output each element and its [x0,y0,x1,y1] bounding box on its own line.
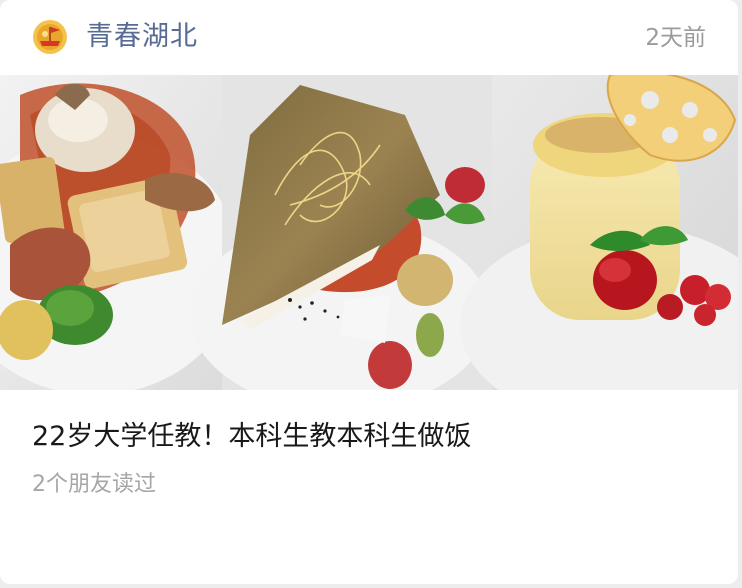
youth-league-emblem-icon[interactable] [32,19,68,55]
article-title[interactable]: 22岁大学任教！本科生教本科生做饭 [32,418,471,456]
dish-panel-3 [460,75,738,390]
cover-image[interactable] [0,75,738,390]
card-header[interactable]: 青春湖北 2天前 [0,0,738,75]
published-time: 2天前 [645,25,706,51]
dish-panel-2 [190,75,492,390]
friends-read-count: 2个朋友读过 [32,472,156,497]
plated-dishes-photo [0,75,738,390]
article-card[interactable]: 青春湖北 2天前 22岁大学任教！本科生教本科生做饭 2个朋友读过 [0,0,738,584]
account-name[interactable]: 青春湖北 [86,18,198,56]
